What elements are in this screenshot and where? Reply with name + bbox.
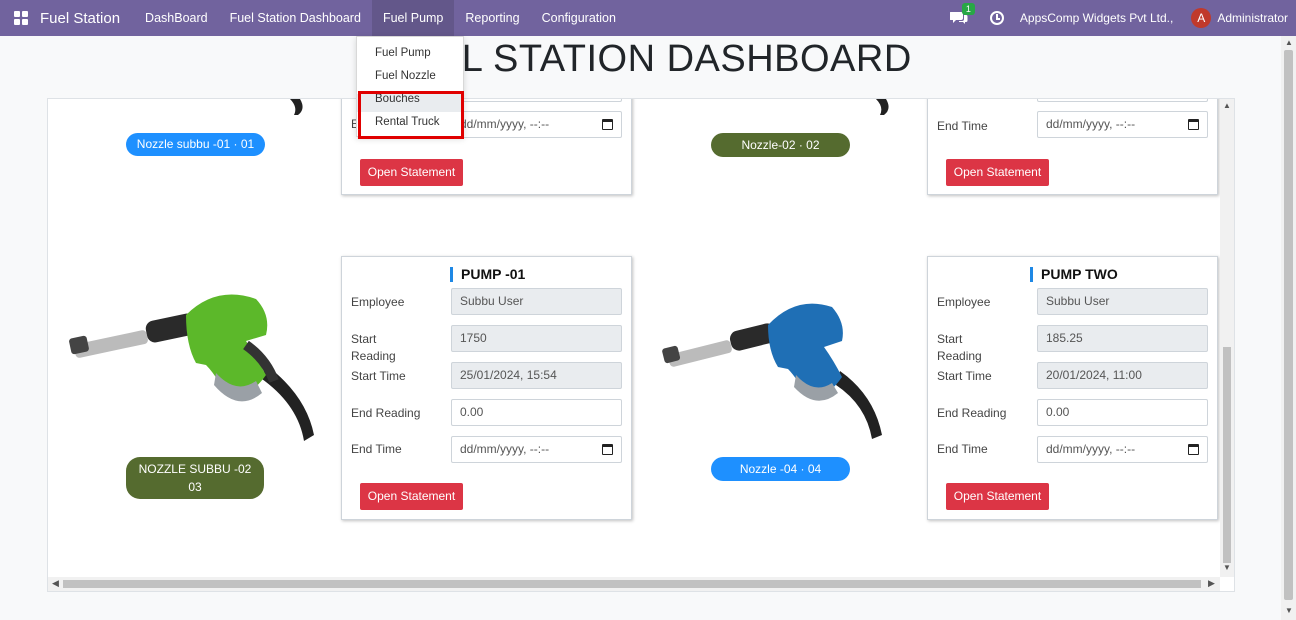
nozzle-badge[interactable]: NOZZLE SUBBU -02 03 [126,457,264,499]
company-switcher[interactable]: AppsComp Widgets Pvt Ltd., [1020,11,1173,25]
nozzle-image [662,303,882,439]
scroll-up-arrow-icon[interactable]: ▲ [1223,101,1231,110]
end-time-input[interactable]: dd/mm/yyyy, --:-- [451,111,622,138]
pump-card: PUMP -01 Employee Subbu User Start Readin… [341,256,632,520]
menu-fuel-pump[interactable]: Fuel Pump [371,0,455,36]
menu-fuel-station-dashboard[interactable]: Fuel Station Dashboard [219,0,372,36]
end-time-label: End Time [937,442,988,456]
dropdown-item-fuel-pump[interactable]: Fuel Pump [375,47,431,59]
nozzle-image [290,99,303,115]
end-time-input[interactable]: dd/mm/yyyy, --:-- [1037,436,1208,463]
scrollbar-thumb[interactable] [1223,347,1231,563]
menu-configuration[interactable]: Configuration [531,0,627,36]
end-reading-input[interactable]: 0.00 [451,399,622,426]
dashboard-frame: Nozzle subbu -01 · 01 E dd/mm/yyyy, --:-… [47,98,1235,592]
open-statement-button[interactable]: Open Statement [360,483,463,510]
nozzle-badge[interactable]: Nozzle subbu -01 · 01 [126,133,265,156]
open-statement-button[interactable]: Open Statement [360,159,463,186]
start-time-label: Start Time [351,369,406,383]
calendar-icon[interactable] [1188,444,1199,455]
scroll-down-arrow-icon[interactable]: ▼ [1223,563,1231,572]
employee-field[interactable]: Subbu User [1037,288,1208,315]
nozzle-badge[interactable]: Nozzle-02 · 02 [711,133,850,157]
end-time-label: End Time [351,442,402,456]
calendar-icon[interactable] [602,444,613,455]
scroll-right-arrow-icon[interactable]: ▶ [1208,578,1215,589]
end-time-input[interactable]: dd/mm/yyyy, --:-- [451,436,622,463]
start-time-field[interactable]: 25/01/2024, 15:54 [451,362,622,389]
frame-horizontal-scrollbar[interactable]: ◀ ▶ [48,577,1220,591]
page-title: FUEL STATION DASHBOARD [384,38,912,80]
calendar-icon[interactable] [1188,119,1199,130]
calendar-icon[interactable] [602,119,613,130]
top-navbar: Fuel Station DashBoard Fuel Station Dash… [0,0,1296,36]
start-reading-field[interactable]: 1750 [451,325,622,352]
nozzle-image [876,99,889,115]
frame-vertical-scrollbar[interactable]: ▲ ▼ [1220,99,1234,577]
message-count-badge: 1 [961,3,975,15]
pump-title: PUMP -01 [450,267,525,282]
field-start-time[interactable] [1037,99,1208,102]
menu-reporting[interactable]: Reporting [454,0,530,36]
scrollbar-thumb[interactable] [63,580,1201,588]
end-time-input[interactable]: dd/mm/yyyy, --:-- [1037,111,1208,138]
start-time-label: Start Time [937,369,992,383]
app-brand[interactable]: Fuel Station [40,10,120,27]
employee-field[interactable]: Subbu User [451,288,622,315]
chat-icon[interactable]: 1 [949,3,975,25]
page-vertical-scrollbar[interactable]: ▲ ▼ [1281,36,1296,620]
open-statement-button[interactable]: Open Statement [946,159,1049,186]
clock-icon[interactable] [989,11,1004,25]
scroll-down-arrow-icon[interactable]: ▼ [1285,606,1293,615]
employee-label: Employee [937,295,991,309]
field-label: End Time [937,119,988,133]
start-reading-label: Start Reading [351,332,396,363]
open-statement-button[interactable]: Open Statement [946,483,1049,510]
dropdown-item-fuel-nozzle[interactable]: Fuel Nozzle [375,70,436,82]
annotation-highlight-box [358,91,464,139]
user-menu[interactable]: Administrator [1217,11,1288,25]
start-reading-label: Start Reading [937,332,982,363]
pump-card: End Time dd/mm/yyyy, --:-- Open Statemen… [927,99,1218,195]
nozzle-badge[interactable]: Nozzle -04 · 04 [711,457,850,481]
scrollbar-thumb[interactable] [1284,50,1293,600]
pump-title: PUMP TWO [1030,267,1118,282]
start-reading-field[interactable]: 185.25 [1037,325,1208,352]
end-reading-label: End Reading [937,406,1007,420]
pump-card: PUMP TWO Employee Subbu User Start Readin… [927,256,1218,520]
scroll-left-arrow-icon[interactable]: ◀ [52,578,59,589]
avatar[interactable]: A [1191,8,1212,28]
employee-label: Employee [351,295,405,309]
field-start-time[interactable] [451,99,622,102]
apps-grid-icon[interactable] [14,11,28,25]
end-reading-label: End Reading [351,406,421,420]
start-time-field[interactable]: 20/01/2024, 11:00 [1037,362,1208,389]
menu-dashboard[interactable]: DashBoard [134,0,219,36]
scroll-up-arrow-icon[interactable]: ▲ [1285,38,1293,47]
nozzle-image [69,294,314,441]
end-reading-input[interactable]: 0.00 [1037,399,1208,426]
